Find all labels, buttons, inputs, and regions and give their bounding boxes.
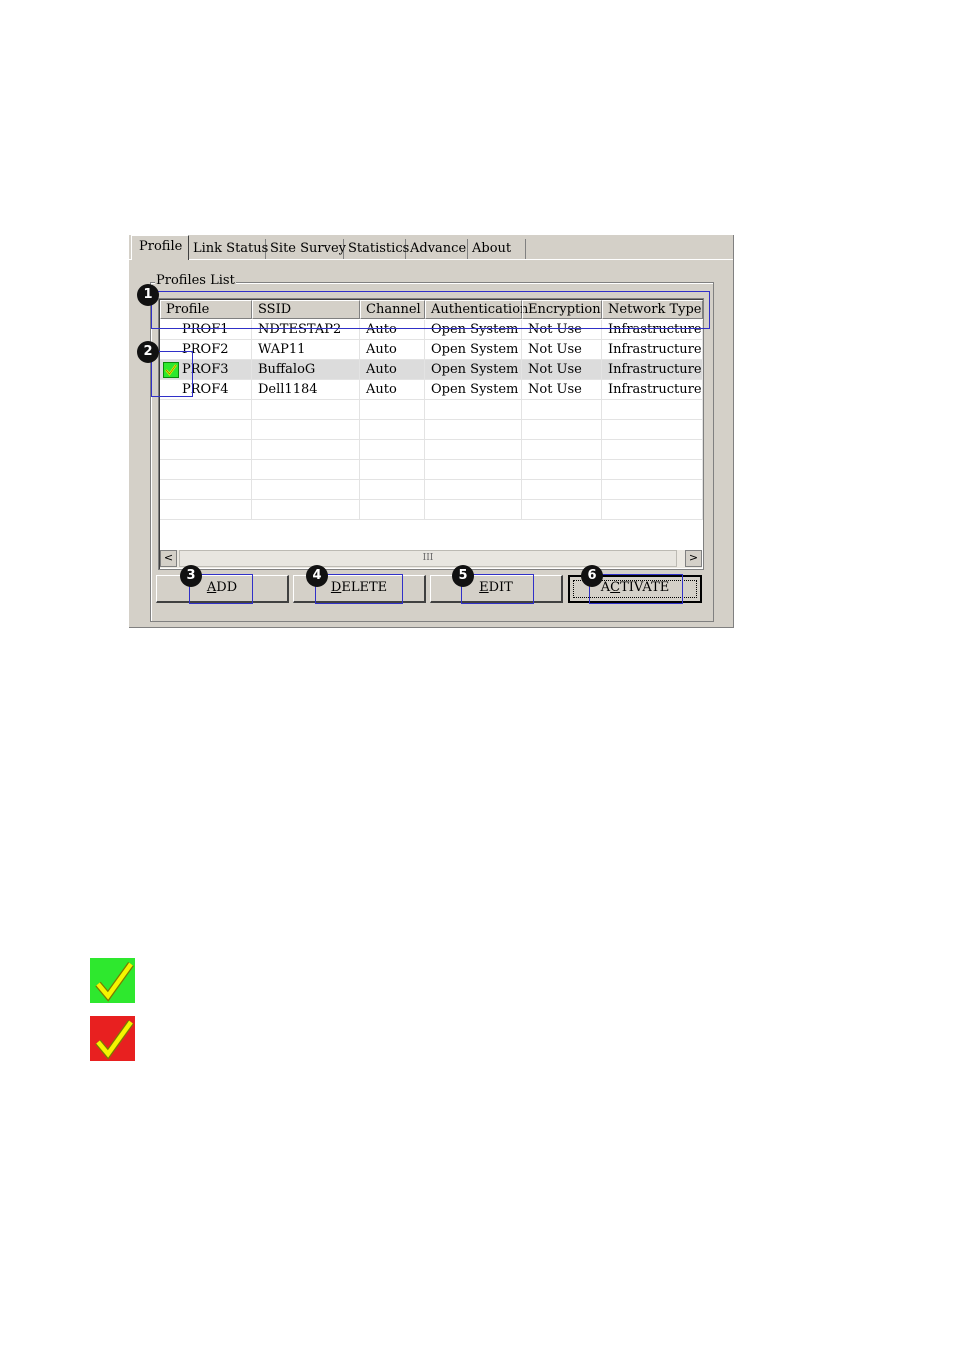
scroll-thumb[interactable]: III	[179, 550, 677, 567]
tab-profile[interactable]: Profile	[131, 235, 189, 260]
profiles-list[interactable]: Profile SSID Channel Authentication Encr…	[158, 298, 704, 570]
empty-row	[160, 480, 703, 500]
add-label: DD	[216, 580, 238, 595]
column-header-profile[interactable]: Profile	[160, 300, 252, 319]
callout-6: 6	[581, 565, 603, 587]
table-row-active[interactable]: PROF3 BuffaloG Auto Open System Not Use …	[160, 360, 703, 380]
tab-link-status[interactable]: Link Status	[189, 239, 268, 259]
cell-authentication: Open System	[425, 360, 522, 380]
callout-4: 4	[306, 565, 328, 587]
cell-profile: PROF2	[160, 340, 252, 360]
tab-about[interactable]: About	[468, 239, 526, 259]
table-row[interactable]: PROF4 Dell1184 Auto Open System Not Use …	[160, 380, 703, 400]
cell-encryption: Not Use	[522, 320, 602, 340]
cell-channel: Auto	[360, 320, 425, 340]
list-rows: PROF1 NDTESTAP2 Auto Open System Not Use…	[160, 320, 703, 520]
cell-ssid: Dell1184	[252, 380, 360, 400]
cell-network-type: Infrastructure	[602, 360, 703, 380]
callout-3: 3	[180, 565, 202, 587]
empty-row	[160, 500, 703, 520]
callout-5: 5	[452, 565, 474, 587]
cell-authentication: Open System	[425, 320, 522, 340]
tab-advance[interactable]: Advance	[406, 239, 468, 259]
empty-row	[160, 460, 703, 480]
cell-network-type: Infrastructure	[602, 320, 703, 340]
cell-profile: PROF1	[160, 320, 252, 340]
check-green-icon	[90, 958, 135, 1003]
callout-1: 1	[137, 284, 159, 306]
horizontal-scrollbar[interactable]: < III >	[160, 550, 702, 568]
cell-profile: PROF3	[160, 360, 252, 380]
column-header-network-type[interactable]: Network Type	[602, 300, 703, 319]
scroll-right-button[interactable]: >	[685, 550, 702, 567]
empty-row	[160, 440, 703, 460]
scroll-left-button[interactable]: <	[160, 550, 177, 567]
cell-encryption: Not Use	[522, 360, 602, 380]
delete-mnemonic: D	[330, 580, 342, 595]
edit-mnemonic: E	[479, 580, 489, 595]
cell-encryption: Not Use	[522, 340, 602, 360]
table-row[interactable]: PROF2 WAP11 Auto Open System Not Use Inf…	[160, 340, 703, 360]
cell-authentication: Open System	[425, 380, 522, 400]
cell-ssid: WAP11	[252, 340, 360, 360]
check-red-icon	[90, 1016, 135, 1061]
empty-row	[160, 420, 703, 440]
cell-channel: Auto	[360, 360, 425, 380]
column-header-ssid[interactable]: SSID	[252, 300, 360, 319]
tab-statistics[interactable]: Statistics	[344, 239, 409, 259]
tab-bar: Profile Link Status Site Survey Statisti…	[129, 235, 734, 260]
callout-2: 2	[137, 341, 159, 363]
column-header-channel[interactable]: Channel	[360, 300, 425, 319]
table-row[interactable]: PROF1 NDTESTAP2 Auto Open System Not Use…	[160, 320, 703, 340]
cell-channel: Auto	[360, 380, 425, 400]
cell-ssid: BuffaloG	[252, 360, 360, 380]
cell-profile: PROF4	[160, 380, 252, 400]
column-header-authentication[interactable]: Authentication	[425, 300, 528, 319]
profiles-list-label: Profiles List	[155, 273, 236, 288]
cell-channel: Auto	[360, 340, 425, 360]
column-header-encryption[interactable]: Encryption	[522, 300, 602, 319]
cell-network-type: Infrastructure	[602, 340, 703, 360]
cell-authentication: Open System	[425, 340, 522, 360]
list-header: Profile SSID Channel Authentication Encr…	[160, 300, 703, 319]
delete-label: ELETE	[341, 580, 388, 595]
add-button[interactable]: ADD	[156, 575, 289, 603]
cell-encryption: Not Use	[522, 380, 602, 400]
edit-label: DIT	[488, 580, 513, 595]
empty-row	[160, 400, 703, 420]
add-mnemonic: A	[206, 580, 217, 595]
cell-network-type: Infrastructure	[602, 380, 703, 400]
edit-button[interactable]: EDIT	[430, 575, 563, 603]
cell-ssid: NDTESTAP2	[252, 320, 360, 340]
tab-site-survey[interactable]: Site Survey	[266, 239, 346, 259]
